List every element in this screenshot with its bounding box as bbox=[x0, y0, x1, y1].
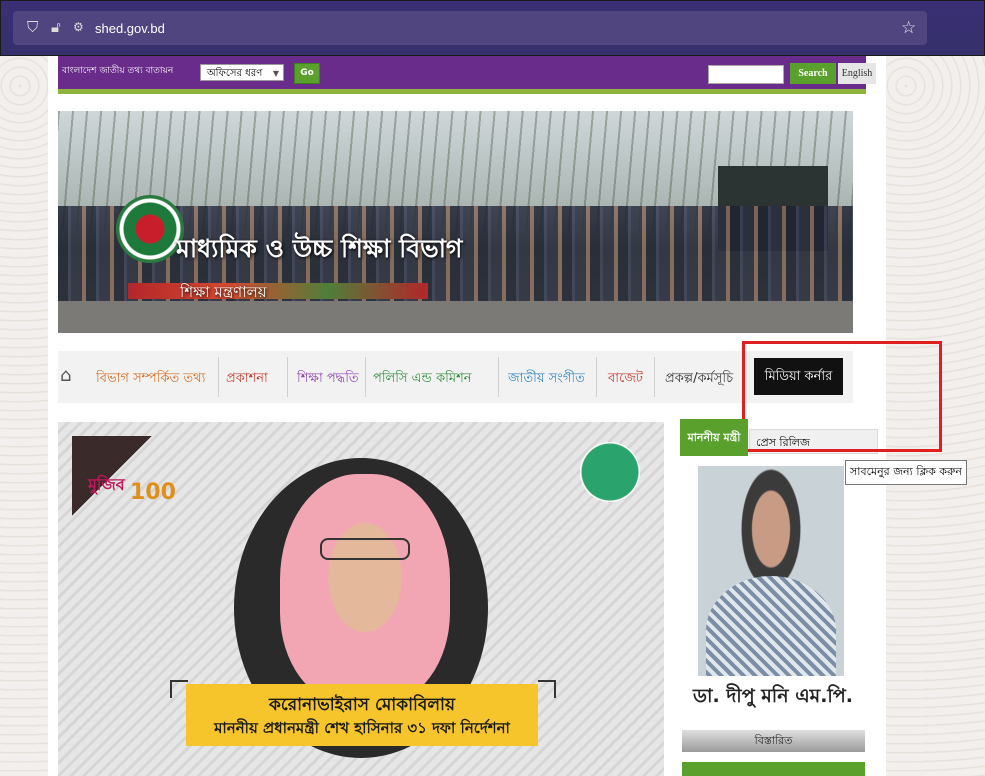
bookmark-star-icon[interactable]: ☆ bbox=[901, 18, 916, 38]
header-banner: মাধ্যমিক ও উচ্চ শিক্ষা বিভাগ শিক্ষা মন্ত… bbox=[58, 111, 853, 333]
portal-link[interactable]: বাংলাদেশ জাতীয় তথ্য বাতায়ন bbox=[62, 63, 173, 78]
highlight-box bbox=[742, 341, 942, 452]
search-input[interactable] bbox=[708, 65, 784, 84]
main-poster[interactable]: মুজিব 100 করোনাভাইরাস মোকাবিলায় মাননীয়… bbox=[58, 422, 664, 776]
banner-ground bbox=[58, 301, 853, 333]
chevron-down-icon: ▼ bbox=[272, 69, 279, 78]
top-bar: বাংলাদেশ জাতীয় তথ্য বাতায়ন অফিসের ধরণ … bbox=[58, 56, 876, 89]
search-button[interactable]: Search bbox=[790, 63, 836, 84]
url-text[interactable]: shed.gov.bd bbox=[95, 21, 165, 36]
poster-caption-line2: মাননীয় প্রধানমন্ত্রী শেখ হাসিনার ৩১ দফা… bbox=[214, 719, 510, 737]
site-subtitle: শিক্ষা মন্ত্রণালয় bbox=[180, 283, 267, 301]
browser-address-bar: ⛉ 🔓︎ ⚙ shed.gov.bd ☆ bbox=[0, 0, 985, 56]
mujib-logo-text: মুজিব bbox=[88, 475, 125, 494]
poster-caption-line1: করোনাভাইরাস মোকাবিলায় bbox=[269, 695, 455, 715]
government-seal-logo bbox=[116, 195, 184, 263]
english-language-button[interactable]: English bbox=[838, 63, 876, 84]
decorative-left-pattern bbox=[0, 56, 48, 776]
nav-item-education-system[interactable]: শিক্ষা পদ্ধতি bbox=[297, 369, 359, 390]
site-title: মাধ্যমিক ও উচ্চ শিক্ষা বিভাগ bbox=[176, 234, 463, 263]
nav-separator bbox=[365, 357, 366, 397]
nav-item-projects[interactable]: প্রকল্প/কর্মসূচি bbox=[665, 369, 733, 390]
mujib-logo-number: 100 bbox=[130, 480, 176, 505]
top-bar-divider bbox=[58, 89, 866, 94]
nav-separator bbox=[287, 357, 288, 397]
nav-separator bbox=[218, 357, 219, 397]
home-icon[interactable]: ⌂ bbox=[60, 365, 82, 387]
page-container: বাংলাদেশ জাতীয় তথ্য বাতায়ন অফিসের ধরণ … bbox=[48, 56, 942, 776]
submenu-tooltip: সাবমেনুর জন্য ক্লিক করুন bbox=[845, 460, 967, 485]
nav-item-publications[interactable]: প্রকাশনা bbox=[226, 369, 268, 390]
next-section-header bbox=[682, 762, 865, 776]
office-select-value: অফিসের ধরণ bbox=[207, 68, 263, 79]
nav-separator bbox=[654, 357, 655, 397]
poster-caption: করোনাভাইরাস মোকাবিলায় মাননীয় প্রধানমন্… bbox=[186, 684, 538, 746]
office-type-select[interactable]: অফিসের ধরণ ▼ bbox=[200, 64, 284, 81]
details-button[interactable]: বিস্তারিত bbox=[682, 730, 865, 752]
minister-photo-attire bbox=[706, 576, 836, 676]
nav-item-budget[interactable]: বাজেট bbox=[608, 369, 643, 390]
lock-icon[interactable]: 🔓︎ bbox=[51, 19, 61, 35]
portrait-glasses bbox=[320, 538, 410, 560]
digital-bangladesh-badge bbox=[580, 442, 640, 502]
nav-item-department-info[interactable]: বিভাগ সম্পর্কিত তথ্য bbox=[96, 369, 205, 390]
portrait-image bbox=[280, 474, 450, 704]
nav-item-policy-commission[interactable]: পলিসি এন্ড কমিশন bbox=[373, 369, 472, 390]
minister-name: ডা. দীপু মনি এম.পি. bbox=[693, 685, 853, 707]
banner-flowers bbox=[128, 283, 428, 299]
main-navigation: ⌂ বিভাগ সম্পর্কিত তথ্য প্রকাশনা শিক্ষা প… bbox=[58, 351, 853, 403]
permissions-icon[interactable]: ⚙ bbox=[73, 19, 84, 35]
nav-separator bbox=[596, 357, 597, 397]
frame-corner bbox=[538, 680, 556, 698]
nav-separator bbox=[498, 357, 499, 397]
minister-photo bbox=[698, 466, 844, 676]
go-button[interactable]: Go bbox=[294, 63, 320, 84]
minister-heading[interactable]: মাননীয় মন্ত্রী bbox=[680, 419, 748, 456]
shield-icon[interactable]: ⛉ bbox=[27, 19, 38, 35]
nav-item-national-anthem[interactable]: জাতীয় সংগীত bbox=[508, 369, 585, 390]
